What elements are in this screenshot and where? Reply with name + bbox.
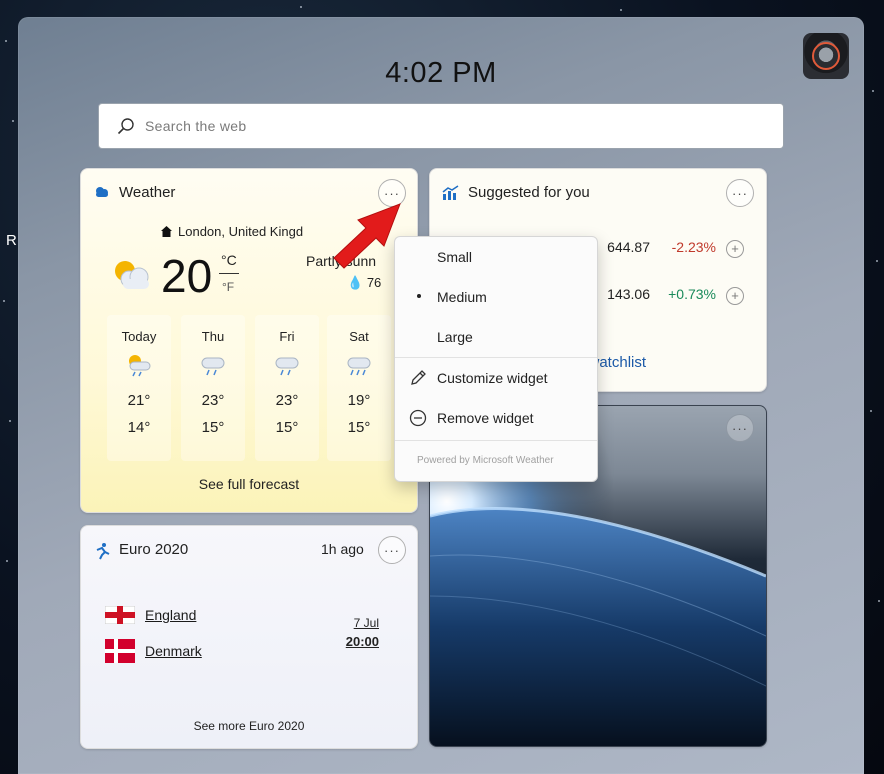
stocks-chart-icon (442, 185, 459, 200)
forecast-day-name: Today (121, 329, 157, 344)
stock-change: -2.23% (671, 239, 716, 255)
weather-title: Weather (119, 184, 176, 201)
euro-time-ago: 1h ago (321, 541, 364, 557)
forecast-high: 19° (347, 392, 371, 409)
menu-size-medium[interactable]: Medium (395, 279, 597, 315)
search-bar[interactable]: Search the web (98, 103, 784, 149)
menu-size-small[interactable]: Small (395, 239, 597, 275)
forecast-low: 15° (275, 419, 299, 436)
menu-remove-widget[interactable]: Remove widget (395, 400, 597, 436)
minus-circle-icon (409, 409, 427, 427)
denmark-flag-icon (105, 639, 135, 663)
weather-location[interactable]: London, United Kingd (161, 224, 303, 239)
forecast-low: 15° (347, 419, 371, 436)
partly-sunny-icon (115, 261, 149, 289)
menu-size-large[interactable]: Large (395, 319, 597, 355)
stocks-title: Suggested for you (468, 184, 590, 201)
see-full-forecast-link[interactable]: See full forecast (81, 476, 417, 492)
euro-2020-widget[interactable]: Euro 2020 1h ago ··· England Denmark 7 J… (80, 525, 418, 749)
forecast-day[interactable]: Thu 23° 15° (181, 315, 245, 461)
menu-divider (395, 440, 597, 441)
menu-item-label: Small (437, 249, 473, 265)
home-icon (161, 226, 172, 237)
runner-icon (96, 543, 110, 560)
humidity: 💧 76 (347, 275, 381, 291)
team-name[interactable]: Denmark (145, 643, 202, 659)
england-flag-icon (105, 606, 135, 624)
forecast-high: 23° (275, 392, 299, 409)
rain-cloud-icon (201, 357, 225, 376)
stocks-more-button[interactable]: ··· (726, 179, 754, 207)
forecast-day[interactable]: Today 21° 14° (107, 315, 171, 461)
pencil-icon (411, 370, 426, 385)
menu-footer: Powered by Microsoft Weather (417, 455, 554, 466)
partly-sunny-rain-icon (129, 355, 151, 377)
stock-change: +0.73% (668, 286, 716, 302)
forecast-low: 14° (127, 419, 151, 436)
menu-divider (395, 357, 597, 358)
search-input[interactable]: Search the web (145, 118, 246, 134)
rain-cloud-icon (275, 357, 299, 376)
menu-item-label: Medium (437, 289, 487, 305)
forecast-day[interactable]: Fri 23° 15° (255, 315, 319, 461)
desktop-icon-label: R (6, 232, 17, 249)
team-row[interactable]: Denmark (105, 639, 202, 663)
cloud-icon (96, 187, 108, 197)
forecast-day-name: Sat (349, 329, 369, 344)
euro-more-button[interactable]: ··· (378, 536, 406, 564)
user-avatar[interactable] (803, 33, 849, 79)
current-temperature: 20 (161, 250, 213, 302)
team-name[interactable]: England (145, 607, 196, 623)
unit-fahrenheit-toggle[interactable]: °F (222, 280, 234, 294)
euro-title: Euro 2020 (119, 541, 189, 558)
see-more-euro-link[interactable]: See more Euro 2020 (81, 719, 417, 733)
team-row[interactable]: England (105, 603, 196, 627)
unit-divider (219, 273, 239, 274)
add-stock-button[interactable]: + (726, 240, 744, 258)
forecast-high: 21° (127, 392, 151, 409)
heavy-rain-icon (347, 357, 371, 376)
forecast-high: 23° (201, 392, 225, 409)
avatar-face-icon (812, 42, 840, 70)
menu-item-label: Remove widget (437, 410, 534, 426)
widget-context-menu: Small Medium Large Customize widget Remo… (394, 236, 598, 482)
add-stock-button[interactable]: + (726, 287, 744, 305)
search-icon (117, 118, 134, 135)
forecast-day-name: Thu (201, 329, 225, 344)
match-time[interactable]: 20:00 (339, 634, 379, 649)
unit-celsius-toggle[interactable]: °C (221, 252, 237, 268)
image-more-button[interactable]: ··· (726, 414, 754, 442)
selected-dot-icon (417, 294, 421, 298)
menu-item-label: Large (437, 329, 473, 345)
humidity-drop-icon: 💧 (347, 275, 364, 290)
location-label: London, United Kingd (178, 224, 304, 239)
forecast-day-name: Fri (279, 329, 295, 344)
annotation-arrow-icon (333, 203, 401, 269)
menu-item-label: Customize widget (437, 370, 548, 386)
forecast-day[interactable]: Sat 19° 15° (327, 315, 391, 461)
clock: 4:02 PM (385, 57, 497, 89)
menu-customize-widget[interactable]: Customize widget (395, 360, 597, 396)
forecast-low: 15° (201, 419, 225, 436)
match-date[interactable]: 7 Jul (339, 616, 379, 630)
humidity-value: 76 (366, 275, 382, 290)
